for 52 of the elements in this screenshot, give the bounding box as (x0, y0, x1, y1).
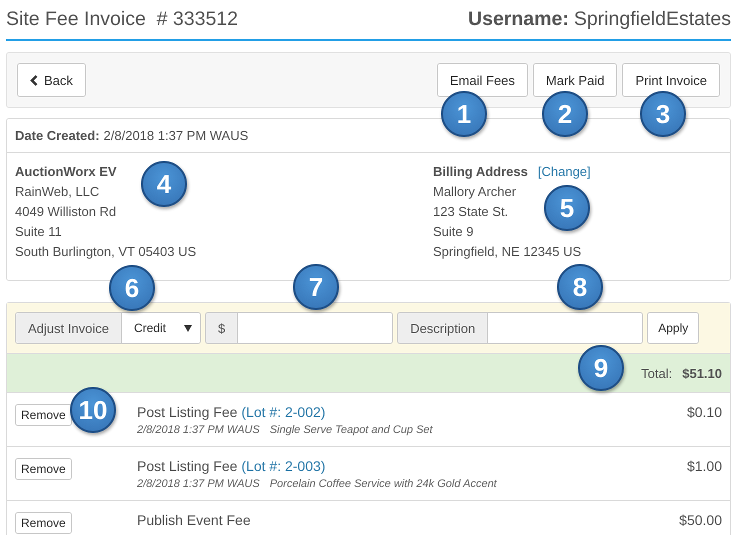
fee-date: 2/8/2018 1:37 PM WAUS (137, 478, 260, 490)
fee-description: Porcelain Coffee Service with 24k Gold Accent (270, 478, 497, 490)
action-button[interactable]: Email Fees (436, 63, 528, 97)
callout-badge: 2 (542, 91, 588, 137)
remove-button[interactable]: Remove (15, 458, 72, 480)
date-created: 2/8/2018 1:37 PM WAUS (104, 128, 248, 143)
description-field[interactable] (487, 312, 644, 344)
remove-button[interactable]: Remove (15, 404, 72, 426)
billing-label: Billing Address (433, 163, 528, 181)
fee-title: Post Listing Fee (137, 404, 238, 420)
callout-badge: 4 (141, 161, 187, 207)
fee-amount: $50.00 (679, 512, 722, 530)
remove-button[interactable]: Remove (15, 512, 72, 534)
fee-title: Publish Event Fee (137, 512, 251, 528)
action-button[interactable]: Print Invoice (622, 63, 720, 97)
username-label: Username: (468, 8, 569, 31)
fee-amount: $1.00 (686, 458, 722, 476)
back-button[interactable]: Back (17, 63, 86, 97)
callout-badge: 10 (70, 387, 116, 433)
invoice-title: Site Fee Invoice # 333512 (6, 8, 238, 31)
address-line: 4049 Williston Rd (15, 203, 116, 221)
chevron-left-icon (30, 74, 38, 86)
address-line: RainWeb, LLC (15, 183, 100, 201)
total-label: Total: (641, 366, 672, 380)
fee-description: Single Serve Teapot and Cup Set (270, 424, 433, 436)
callout-badge: 5 (544, 185, 590, 231)
change-link[interactable]: [Change] (538, 162, 591, 182)
callout-badge: 6 (109, 265, 155, 311)
description-addon: Description (397, 312, 488, 344)
total-value: $51.10 (682, 366, 722, 380)
address-line: 123 State St. (433, 203, 508, 221)
callout-badge: 7 (293, 264, 339, 310)
lot-link[interactable]: (Lot #: 2-002) (241, 404, 326, 420)
action-button[interactable]: Mark Paid (532, 63, 618, 97)
callout-badge: 3 (640, 91, 686, 137)
callout-badge: 8 (557, 264, 603, 310)
callout-badge: 1 (441, 91, 487, 137)
fee-title: Post Listing Fee (137, 458, 238, 474)
lot-link[interactable]: (Lot #: 2-003) (241, 458, 326, 474)
address-line: Mallory Archer (433, 183, 516, 201)
address-line: Suite 9 (433, 223, 474, 241)
username: SpringfieldEstates (574, 8, 731, 31)
fee-amount: $0.10 (686, 404, 722, 422)
address-line: Springfield, NE 12345 US (433, 243, 582, 261)
seller-name: AuctionWorx EV (15, 163, 117, 181)
address-line: Suite 11 (15, 223, 62, 241)
fee-date: 2/8/2018 1:37 PM WAUS (137, 424, 260, 436)
address-line: South Burlington, VT 05403 US (15, 243, 196, 261)
apply-button[interactable]: Apply (647, 312, 700, 344)
amount-field[interactable] (237, 312, 394, 344)
date-label: Date Created: (15, 128, 100, 143)
currency-addon: $ (204, 312, 238, 344)
